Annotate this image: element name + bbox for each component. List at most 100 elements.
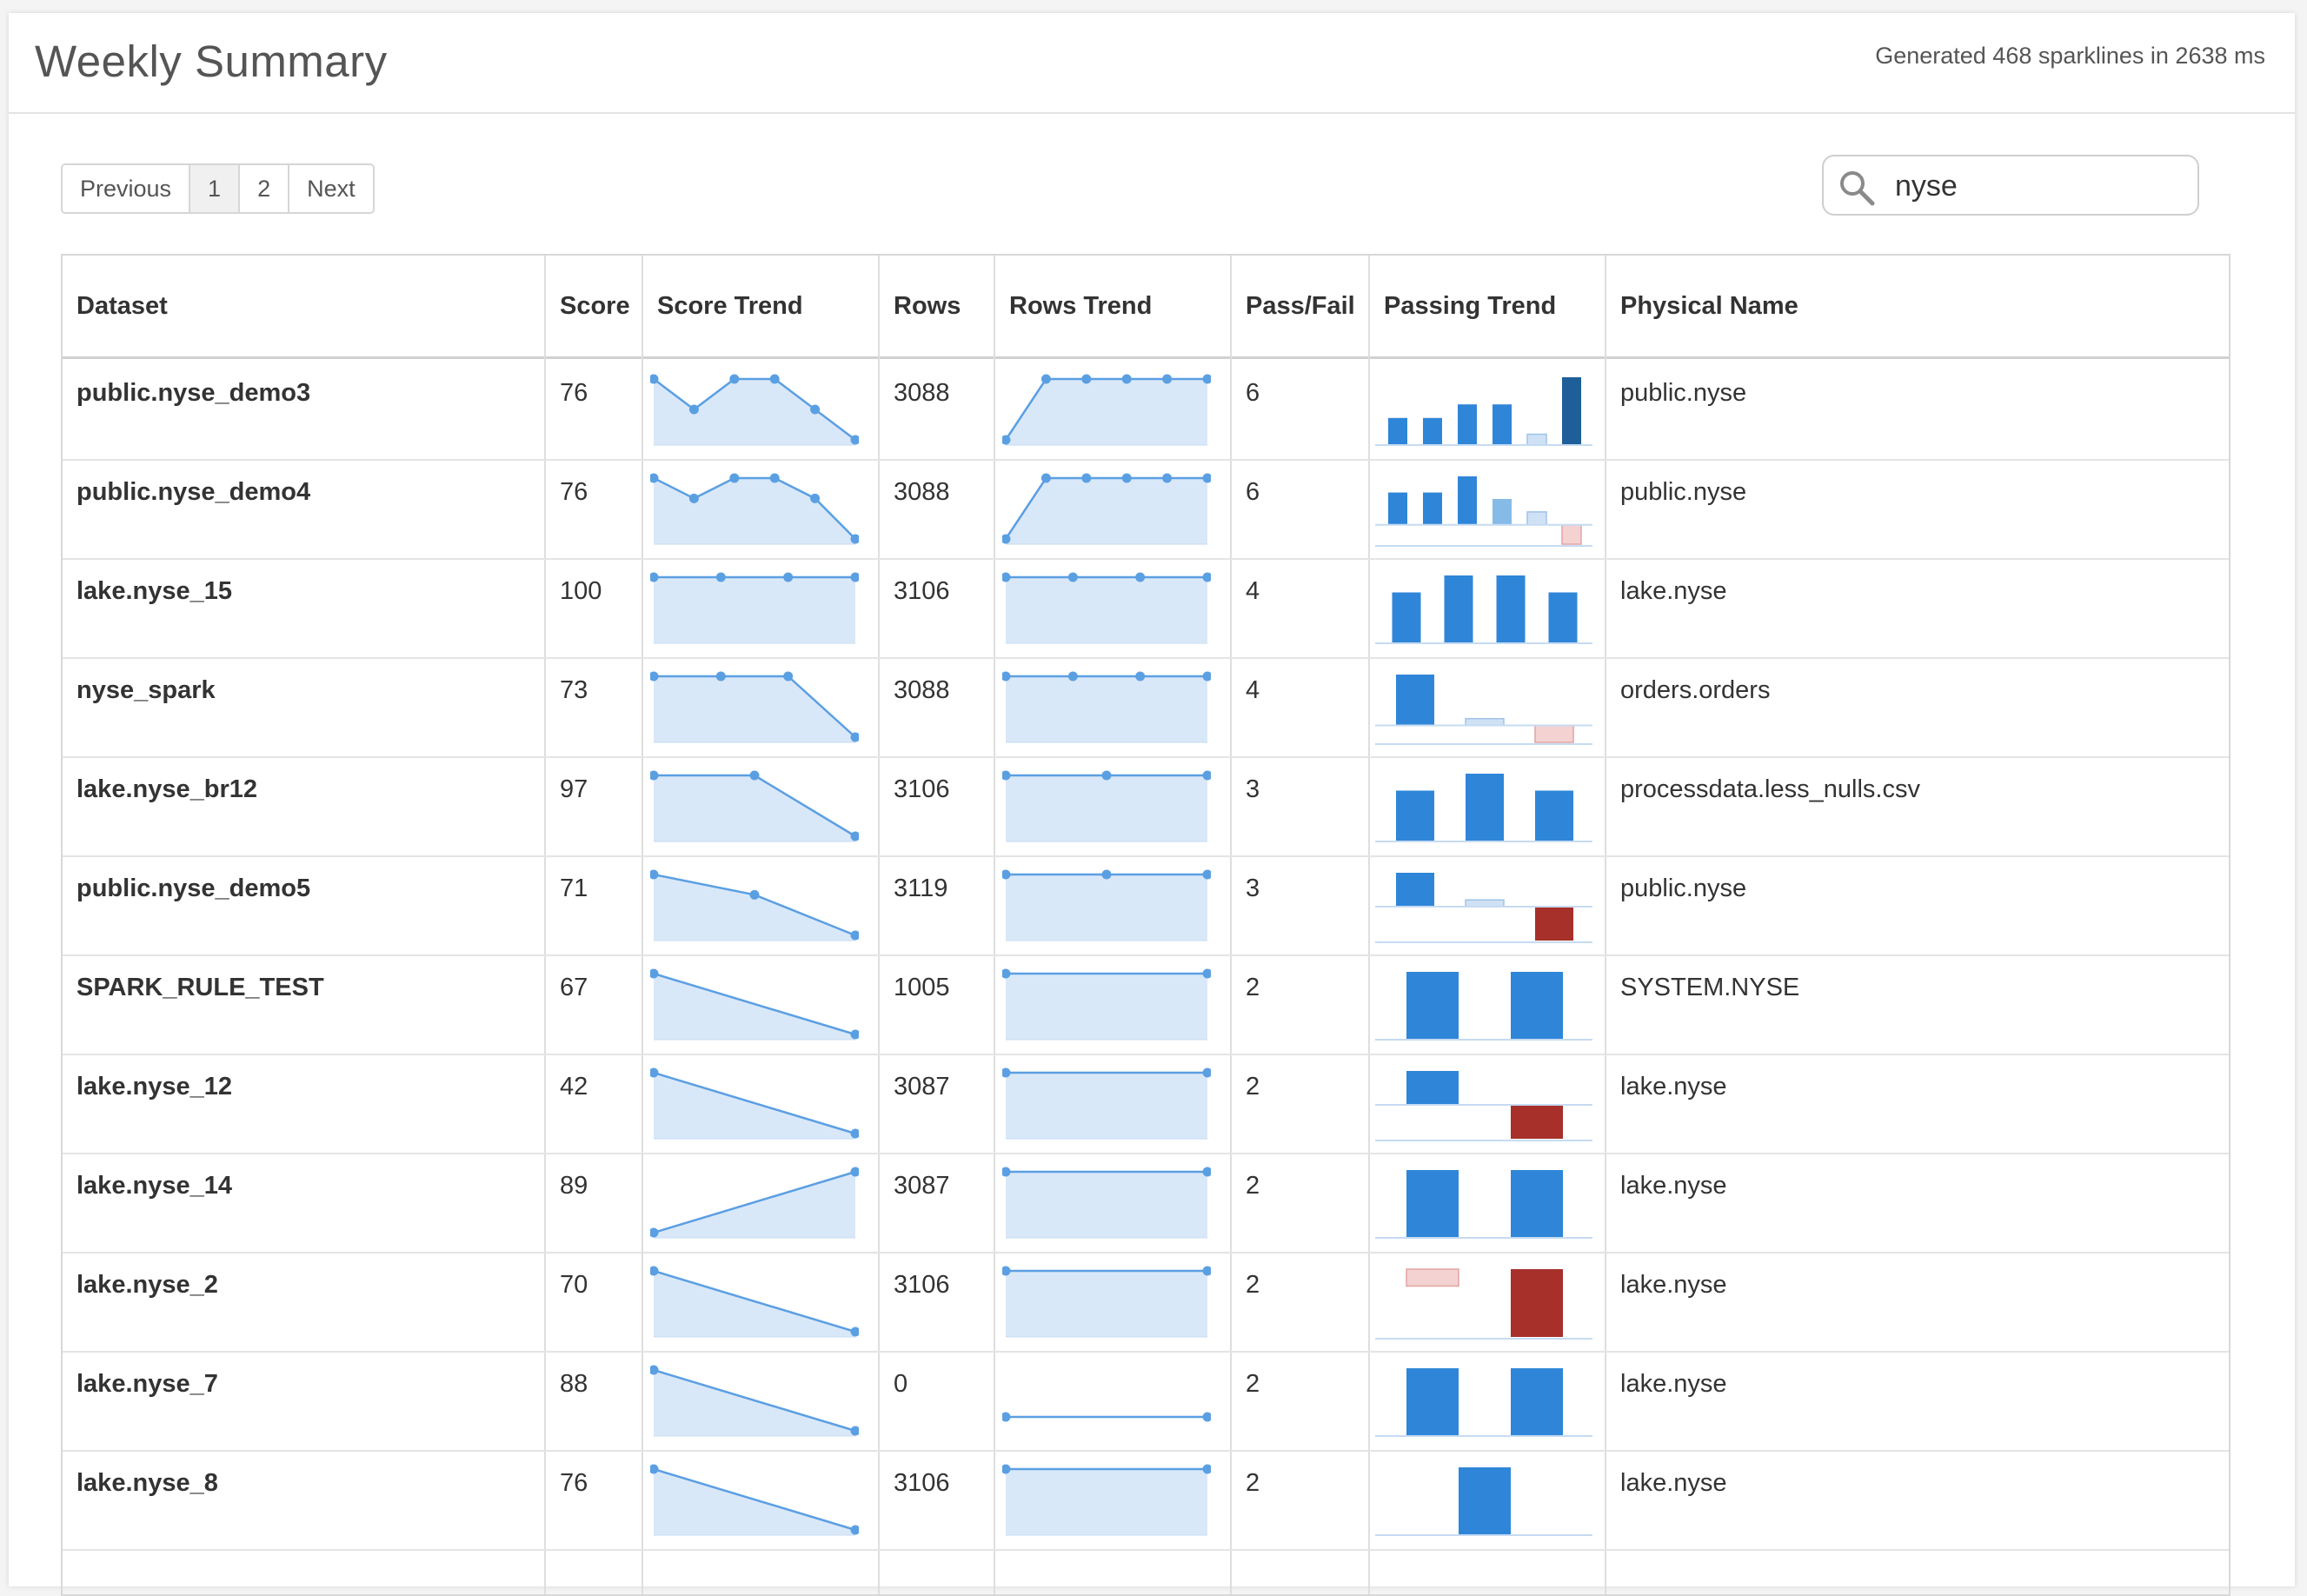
sparkline-point [1101, 869, 1112, 880]
search-input[interactable] [1893, 162, 2184, 210]
sparkline-point [1081, 473, 1092, 483]
rows-value: 1005 [894, 974, 950, 1001]
rows-value: 3088 [894, 478, 950, 506]
physical-name: lake.nyse [1620, 577, 1727, 605]
table-row[interactable]: lake.nyse_8 76 3106 2 lake.nyse [63, 1452, 2229, 1551]
sparkline-point [749, 770, 760, 781]
sparkline-point [1081, 374, 1092, 384]
sparkline-area [1006, 676, 1207, 742]
rows-trend-sparkline [1002, 1266, 1211, 1338]
pass-fail-value: 6 [1246, 478, 1260, 506]
passing-trend-bar [1388, 492, 1407, 525]
datasets-table: Dataset Score Score Trend Rows Rows Tren… [61, 254, 2231, 1596]
passing-trend-bar [1511, 1269, 1563, 1337]
rows-trend-sparkline [1002, 1412, 1211, 1422]
pass-fail-value: 2 [1246, 1370, 1260, 1398]
sparkline-point [715, 572, 726, 582]
score-value: 76 [560, 478, 588, 506]
rows-value: 3087 [894, 1073, 950, 1101]
pass-fail-value: 6 [1246, 379, 1260, 407]
passing-trend-bar [1466, 774, 1504, 841]
rows-value: 3106 [894, 775, 950, 803]
column-header-pass-fail[interactable]: Pass/Fail [1232, 256, 1370, 356]
rows-value: 3119 [894, 874, 948, 902]
table-row[interactable]: lake.nyse_15 100 3106 4 lake.nyse [63, 560, 2229, 659]
sparkline-area [1006, 974, 1207, 1040]
passing-trend-barchart [1375, 1071, 1592, 1141]
next-page-button[interactable]: Next [289, 165, 373, 212]
rows-trend-sparkline [1002, 473, 1211, 545]
passing-trend-bar [1511, 1368, 1563, 1436]
passing-trend-bar [1458, 404, 1477, 445]
sparkline-point [1135, 572, 1146, 582]
sparkline-point [1135, 671, 1146, 682]
score-value: 89 [560, 1172, 588, 1200]
search-icon [1840, 171, 1875, 206]
sparkline-point [1121, 374, 1132, 384]
passing-trend-bar [1406, 1368, 1459, 1436]
table-row[interactable]: nyse_spark 73 3088 4 orders.orders [63, 659, 2229, 758]
physical-name: public.nyse [1620, 379, 1747, 407]
page-2-button[interactable]: 2 [240, 165, 290, 212]
sparkline-area [1006, 478, 1207, 544]
sparkline-area [1006, 1469, 1207, 1535]
table-row[interactable]: public.nyse_demo4 76 3088 6 public.nyse [63, 461, 2229, 560]
rows-trend-sparkline [1002, 572, 1211, 644]
sparkline-point [1067, 572, 1078, 582]
passing-trend-bar [1423, 492, 1442, 525]
column-header-score-trend[interactable]: Score Trend [643, 256, 880, 356]
dataset-name: lake.nyse_7 [76, 1370, 218, 1398]
score-trend-sparkline [650, 671, 859, 743]
rows-value: 3087 [894, 1172, 950, 1200]
passing-trend-bar [1535, 907, 1573, 941]
sparkline-point [1040, 374, 1051, 384]
page-1-button[interactable]: 1 [190, 165, 241, 212]
table-row[interactable]: lake.nyse_br12 97 3106 3 processdata.less_nu… [63, 758, 2229, 857]
passing-trend-bar [1423, 417, 1442, 445]
column-header-physical-name[interactable]: Physical Name [1606, 256, 2215, 356]
table-row[interactable]: public.nyse_demo3 76 3088 6 public.nyse [63, 362, 2229, 461]
passing-trend-bar [1511, 972, 1563, 1040]
sparkline-point [1002, 1412, 1011, 1422]
passing-trend-bar [1388, 417, 1407, 445]
table-row[interactable]: lake.nyse_12 42 3087 2 lake.nyse [63, 1055, 2229, 1154]
column-header-rows[interactable]: Rows [880, 256, 995, 356]
column-header-passing-trend[interactable]: Passing Trend [1370, 256, 1606, 356]
passing-trend-bar [1511, 1170, 1563, 1238]
score-trend-sparkline [650, 968, 859, 1041]
rows-value: 0 [894, 1370, 908, 1398]
sparkline-area [654, 874, 855, 941]
passing-trend-bar [1526, 433, 1547, 446]
passing-trend-bar [1465, 717, 1505, 727]
table-row[interactable]: lake.nyse_7 88 0 2 lake.nyse [63, 1353, 2229, 1452]
table-row[interactable]: SPARK_RULE_TEST 67 1005 2 SYSTEM.NYSE [63, 956, 2229, 1055]
sparkline-point [729, 374, 740, 384]
score-trend-sparkline [650, 572, 859, 644]
physical-name: public.nyse [1620, 874, 1747, 902]
table-row[interactable]: lake.nyse_14 89 3087 2 lake.nyse [63, 1154, 2229, 1254]
sparkline-point [729, 473, 740, 483]
dataset-name: nyse_spark [76, 676, 216, 704]
rows-trend-sparkline [1002, 968, 1211, 1041]
rows-trend-sparkline [1002, 374, 1211, 446]
column-header-dataset[interactable]: Dataset [63, 256, 546, 356]
page-header: Weekly Summary Generated 468 sparklines … [9, 13, 2295, 114]
previous-page-button[interactable]: Previous [63, 165, 191, 212]
rows-trend-sparkline [1002, 770, 1211, 842]
rows-trend-sparkline [1002, 1167, 1211, 1239]
search-box[interactable] [1822, 155, 2199, 216]
pagination: Previous 1 2 Next [61, 163, 375, 214]
physical-name: lake.nyse [1620, 1271, 1727, 1299]
score-value: 67 [560, 974, 588, 1001]
score-value: 73 [560, 676, 588, 704]
table-row[interactable]: lake.nyse_2 70 3106 2 lake.nyse [63, 1254, 2229, 1353]
rows-value: 3106 [894, 577, 950, 605]
column-header-rows-trend[interactable]: Rows Trend [995, 256, 1232, 356]
passing-trend-bar [1526, 511, 1547, 526]
score-value: 71 [560, 874, 588, 902]
sparkline-area [654, 577, 855, 643]
table-row[interactable]: public.nyse_demo5 71 3119 3 public.nyse [63, 857, 2229, 956]
passing-trend-bar [1396, 675, 1434, 726]
column-header-score[interactable]: Score [546, 256, 643, 356]
sparkline-area [654, 775, 855, 841]
